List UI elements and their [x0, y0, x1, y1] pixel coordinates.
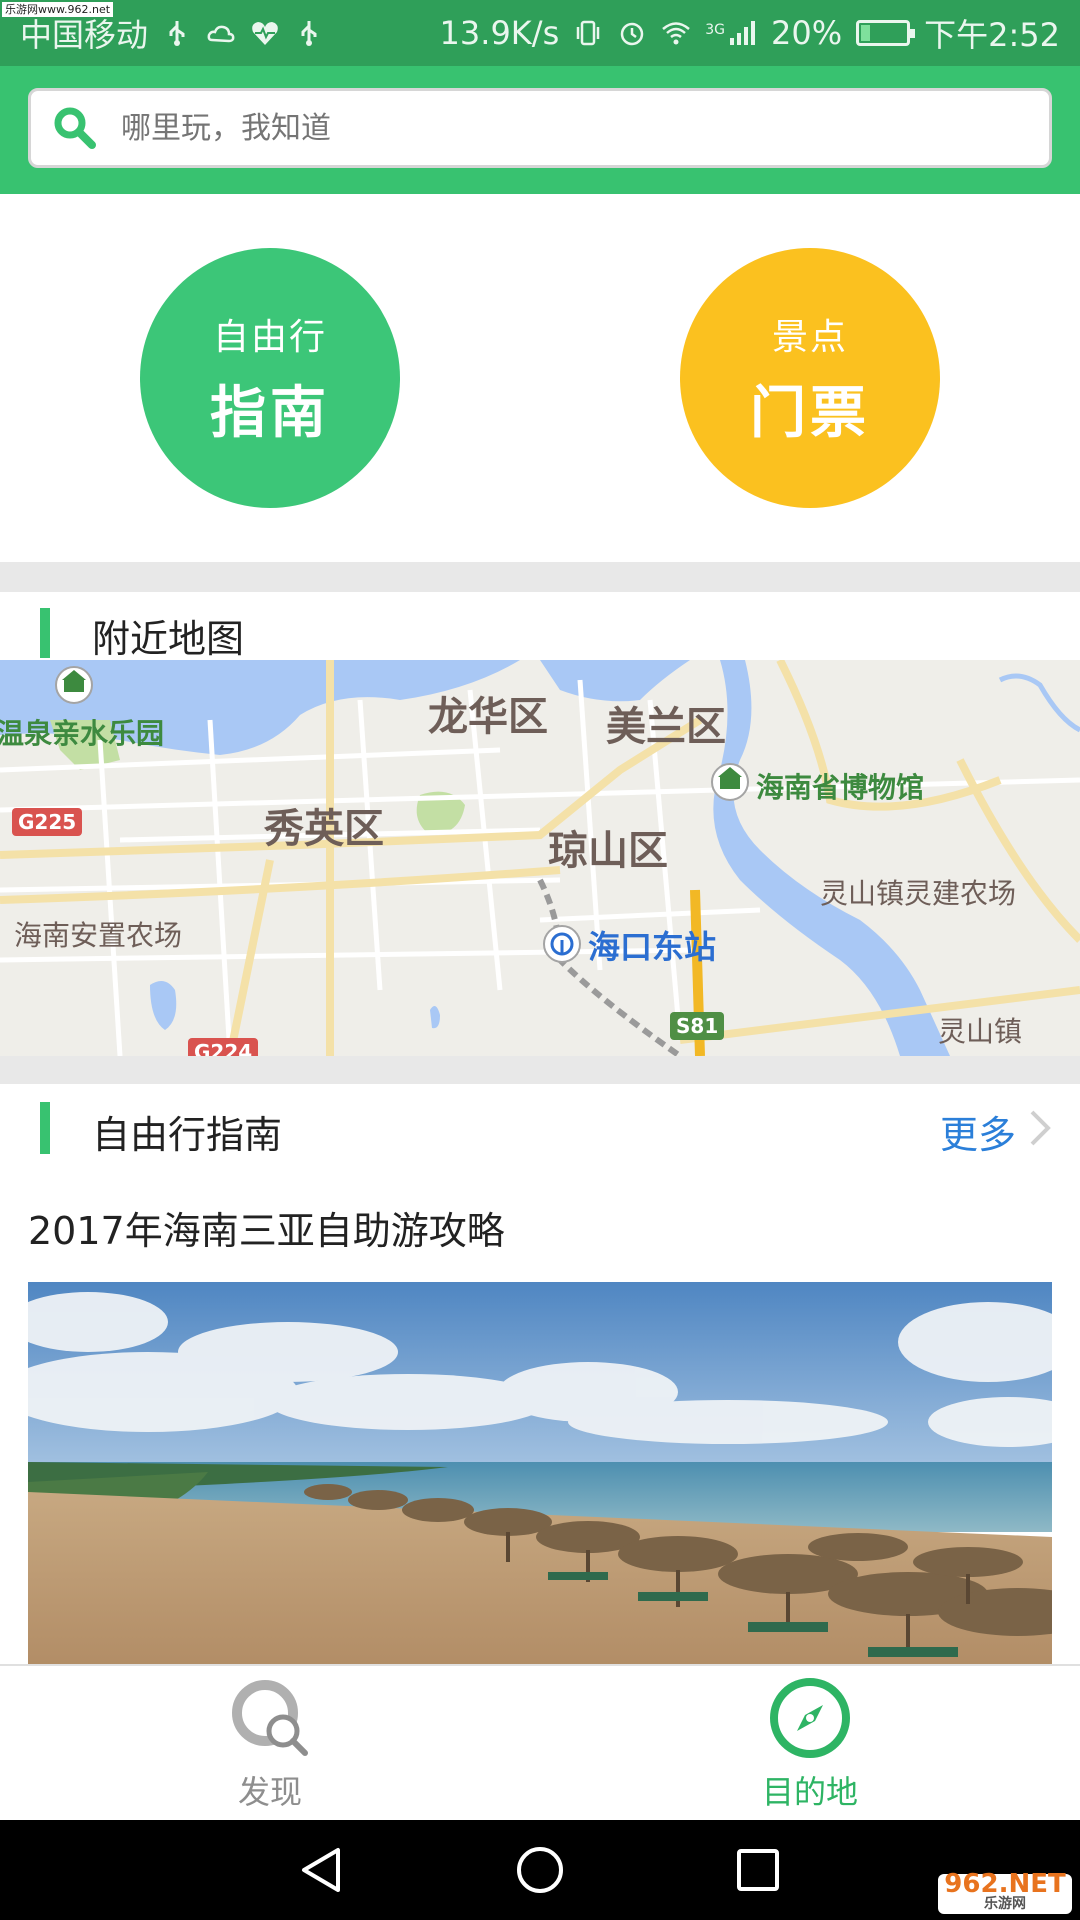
chevron-right-icon[interactable]	[1028, 1108, 1052, 1148]
guide-section-header: 自由行指南 更多	[0, 1084, 1080, 1170]
tickets-entry-main: 门票	[750, 380, 870, 446]
usb-icon	[169, 21, 185, 46]
watermark: 乐游网www.962.net	[2, 2, 114, 17]
search-header	[0, 66, 1080, 194]
weather-icon	[207, 25, 235, 43]
section-accent-bar-2	[40, 1102, 50, 1154]
beach-photo	[28, 1282, 1052, 1666]
map-label-anzhi-farm: 海南安置农场	[14, 919, 183, 952]
vibrate-icon	[576, 20, 600, 46]
tickets-entry-button[interactable]: 景点 门票	[680, 248, 940, 508]
road-sign-g224: G224	[188, 1038, 259, 1056]
recents-icon[interactable]	[730, 1842, 786, 1898]
map-label-longhua: 龙华区	[428, 694, 548, 740]
map-label-meilan: 美兰区	[606, 704, 726, 750]
clock: 下午2:52	[924, 16, 1060, 54]
962-logo: 962.NET 乐游网	[938, 1869, 1072, 1914]
system-nav-bar: 962.NET 乐游网	[0, 1820, 1080, 1920]
alarm-icon	[620, 22, 644, 46]
search-box[interactable]	[28, 88, 1052, 168]
tab-destination[interactable]: 目的地	[540, 1666, 1080, 1822]
app-root: 乐游网www.962.net 中国移动 13.9K/s 3G 20% 下午2:5…	[0, 0, 1080, 1920]
nearby-map-title: 附近地图	[92, 617, 245, 661]
home-icon[interactable]	[512, 1842, 568, 1898]
map-label-haikou-east: 海口东站	[588, 928, 717, 966]
battery-percent: 20%	[771, 14, 843, 52]
logo-sub: 乐游网	[984, 1896, 1026, 1912]
article-title[interactable]: 2017年海南三亚自助游攻略	[28, 1200, 505, 1255]
logo-main: 962.NET	[944, 1869, 1066, 1899]
guide-entry-button[interactable]: 自由行 指南	[140, 248, 400, 508]
usb-icon-2	[301, 21, 317, 46]
nearby-map-header: 附近地图	[0, 592, 1080, 661]
search-input[interactable]	[121, 110, 981, 146]
map-label-qiongshan: 琼山区	[548, 828, 668, 874]
tab-destination-label: 目的地	[761, 1773, 858, 1811]
road-sign-s81: S81	[670, 1012, 725, 1040]
map-label-lingshan-farm: 灵山镇灵建农场	[820, 877, 1017, 910]
section-divider	[0, 562, 1080, 592]
tab-discover-label: 发现	[237, 1773, 302, 1811]
map-label-lingshan: 灵山镇	[938, 1015, 1023, 1048]
section-divider-2	[0, 1056, 1080, 1084]
quick-entries: 自由行 指南 景点 门票	[0, 194, 1080, 562]
road-sign-g225: G225	[12, 808, 83, 836]
section-accent-bar	[40, 608, 50, 658]
bottom-nav: 发现 目的地	[0, 1664, 1080, 1820]
guide-section-title: 自由行指南	[92, 1113, 283, 1157]
signal-icon	[730, 21, 755, 45]
nearby-map[interactable]: 龙华区 美兰区 秀英区 琼山区 温泉亲水乐园 海南省博物馆 灵山镇灵建农场 海南…	[0, 660, 1080, 1056]
net-speed: 13.9K/s	[439, 14, 560, 52]
tab-discover[interactable]: 发现	[0, 1666, 540, 1822]
compass-icon	[770, 1678, 850, 1758]
battery-icon	[856, 20, 916, 46]
map-label-hot-spring: 温泉亲水乐园	[0, 717, 165, 750]
network-type: 3G	[705, 22, 725, 38]
status-bar: 乐游网www.962.net 中国移动 13.9K/s 3G 20% 下午2:5…	[0, 0, 1080, 66]
tickets-entry-top: 景点	[771, 316, 848, 358]
guide-entry-main: 指南	[210, 380, 330, 446]
article-image[interactable]	[28, 1282, 1052, 1666]
wifi-icon	[662, 22, 691, 45]
discover-icon	[232, 1680, 308, 1756]
map-label-museum: 海南省博物馆	[756, 771, 925, 804]
guide-entry-top: 自由行	[212, 316, 327, 358]
map-label-xiuying: 秀英区	[264, 806, 384, 852]
back-icon[interactable]	[294, 1842, 350, 1898]
search-icon	[54, 107, 96, 149]
more-link[interactable]: 更多	[940, 1104, 1016, 1159]
heart-rate-icon	[252, 22, 278, 45]
